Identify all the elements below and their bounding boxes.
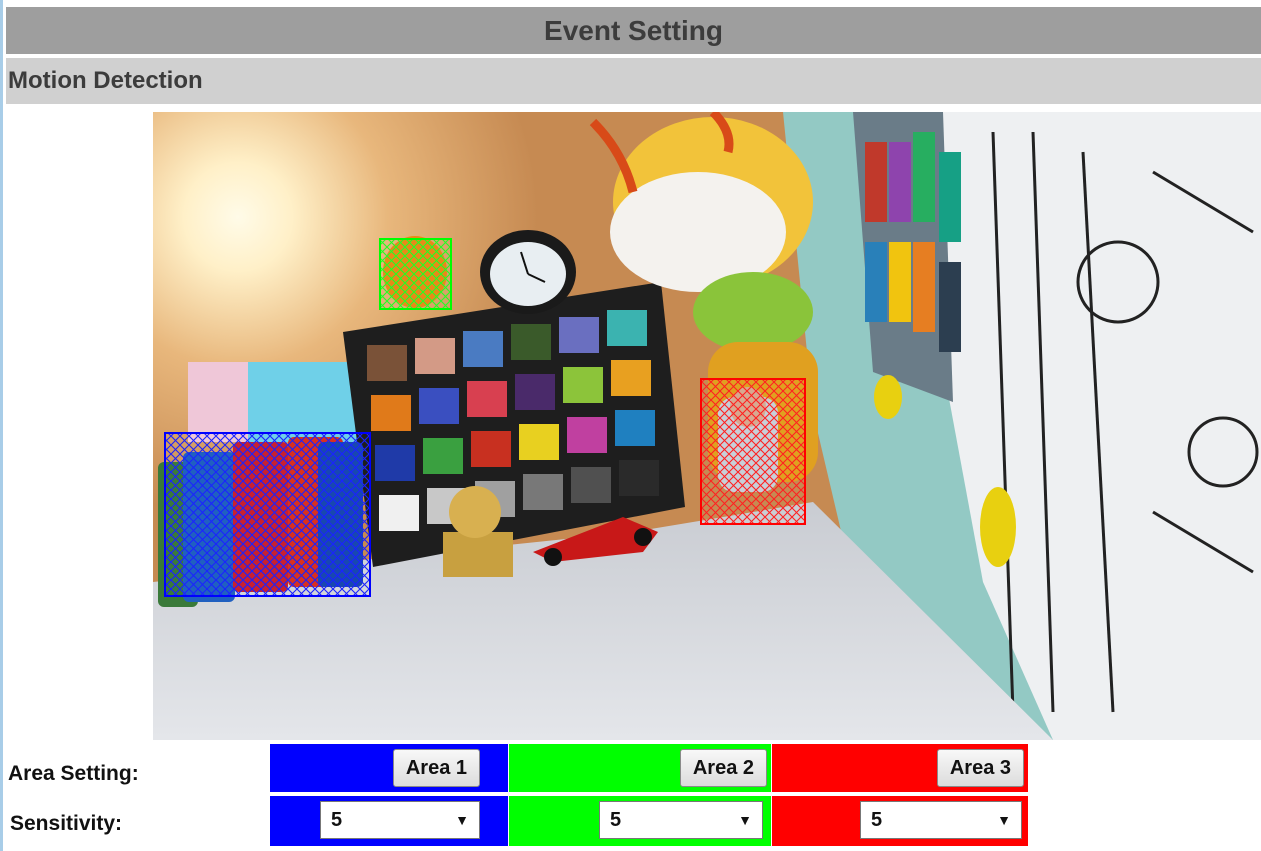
left-accent-rule	[0, 0, 3, 851]
camera-preview[interactable]	[153, 112, 1261, 740]
area-1-button[interactable]: Area 1	[392, 749, 480, 787]
sensitivity-1-value: 5	[331, 808, 343, 831]
section-title: Motion Detection	[6, 58, 1261, 104]
chevron-down-icon: ▼	[997, 812, 1011, 828]
chevron-down-icon: ▼	[738, 812, 752, 828]
sensitivity-2-select[interactable]: 5 ▼	[599, 801, 763, 839]
area-setting-label: Area Setting:	[8, 762, 139, 785]
area-1-cell: Area 1	[270, 744, 508, 792]
sensitivity-label: Sensitivity:	[10, 812, 123, 835]
area-2-button[interactable]: Area 2	[679, 749, 767, 787]
sensitivity-3-select[interactable]: 5 ▼	[860, 801, 1022, 839]
sensitivity-3-value: 5	[871, 808, 883, 831]
sensitivity-2-cell: 5 ▼	[509, 796, 771, 846]
sensitivity-2-value: 5	[610, 808, 622, 831]
area-2-cell: Area 2	[509, 744, 771, 792]
sensitivity-3-cell: 5 ▼	[772, 796, 1028, 846]
chevron-down-icon: ▼	[455, 812, 469, 828]
sensitivity-1-cell: 5 ▼	[270, 796, 508, 846]
area-3-cell: Area 3	[772, 744, 1028, 792]
camera-preview-image	[153, 112, 1261, 740]
sensitivity-1-select[interactable]: 5 ▼	[320, 801, 480, 839]
page-title: Event Setting	[6, 7, 1261, 54]
area-3-button[interactable]: Area 3	[936, 749, 1024, 787]
